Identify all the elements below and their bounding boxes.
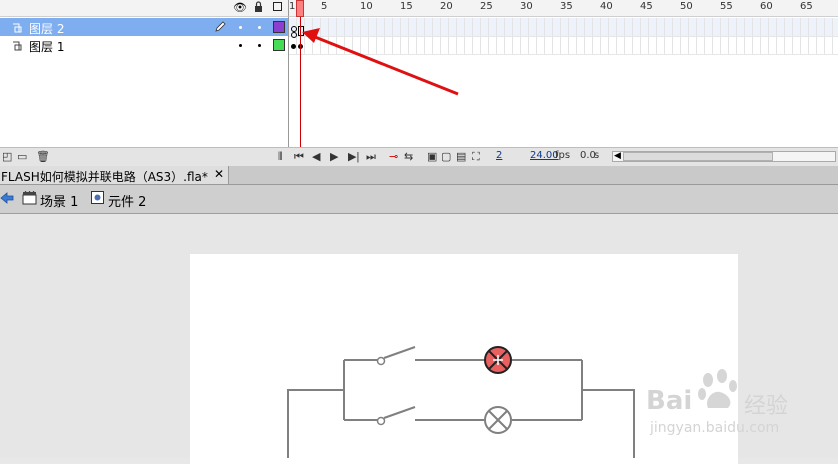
center-frame-icon[interactable]: ⊸ bbox=[389, 151, 398, 163]
frame-label: 45 bbox=[640, 1, 653, 12]
lock-dot[interactable] bbox=[258, 26, 261, 29]
symbol-icon bbox=[91, 191, 104, 207]
frame-label: 5 bbox=[321, 1, 328, 12]
prev-frame-icon[interactable]: ◀ bbox=[312, 151, 320, 163]
frame-label: 60 bbox=[760, 1, 773, 12]
eye-icon[interactable]: 👁 bbox=[233, 1, 247, 14]
watermark-url: jingyan.baidu.com bbox=[650, 420, 780, 436]
frame-label: 55 bbox=[720, 1, 733, 12]
frame-label: 30 bbox=[520, 1, 533, 12]
new-folder-icon[interactable]: ▭ bbox=[17, 151, 27, 163]
layer-header: 👁 bbox=[0, 0, 288, 17]
scene-icon bbox=[22, 190, 37, 208]
annotation-arrow bbox=[302, 28, 459, 96]
delete-icon[interactable]: 🗑 bbox=[36, 151, 50, 163]
time-unit: s bbox=[594, 150, 600, 161]
frame-label: 10 bbox=[360, 1, 373, 12]
layer-name[interactable]: 图层 2 bbox=[29, 20, 64, 37]
document-tab-title[interactable]: FLASH如何模拟并联电路（AS3）.fla* bbox=[1, 168, 208, 185]
frame-label: 20 bbox=[440, 1, 453, 12]
onion-markers-icon[interactable]: ⛶ bbox=[472, 151, 480, 163]
visibility-dot[interactable] bbox=[239, 26, 242, 29]
layer-row-1[interactable]: 图层 1 bbox=[0, 36, 288, 54]
last-frame-icon[interactable]: ⏭ bbox=[366, 151, 376, 163]
new-layer-icon[interactable]: ◰ bbox=[2, 151, 12, 163]
lamp-bottom bbox=[484, 406, 512, 434]
document-tab-bar: FLASH如何模拟并联电路（AS3）.fla* ✕ bbox=[0, 166, 838, 185]
next-frame-icon[interactable]: ▶| bbox=[348, 151, 359, 163]
visibility-dot[interactable] bbox=[239, 44, 242, 47]
loop-icon[interactable]: ⇆ bbox=[404, 151, 413, 163]
frame-ruler[interactable]: 1 5 10 15 20 25 30 35 40 45 50 55 60 65 bbox=[288, 0, 838, 17]
switch-bottom-pivot bbox=[376, 416, 386, 426]
outline-color-swatch[interactable] bbox=[273, 39, 285, 51]
watermark-text: 经验 bbox=[744, 394, 789, 419]
paw-icon bbox=[696, 368, 740, 415]
breadcrumb-scene[interactable]: 场景 1 bbox=[40, 191, 78, 210]
outline-icon[interactable] bbox=[273, 2, 282, 11]
layer-name[interactable]: 图层 1 bbox=[29, 38, 64, 55]
onion-outline-icon[interactable]: ▢ bbox=[441, 151, 451, 163]
layer-icon bbox=[12, 40, 22, 51]
watermark: Bai 经验 jingyan.baidu.com bbox=[642, 368, 832, 448]
layer-list: 图层 2 图层 1 bbox=[0, 17, 288, 147]
watermark-logo: Bai bbox=[646, 386, 693, 416]
timeline-scrollbar[interactable]: ◀ bbox=[612, 150, 836, 162]
lock-dot[interactable] bbox=[258, 44, 261, 47]
edit-multiple-icon[interactable]: ▤ bbox=[456, 151, 466, 163]
layer-row-2[interactable]: 图层 2 bbox=[0, 18, 288, 36]
close-icon[interactable]: ✕ bbox=[214, 167, 224, 181]
switch-top-pivot bbox=[376, 356, 386, 366]
frame-rate-unit: fps bbox=[555, 150, 571, 161]
timeline-panel: 👁 图层 2 图层 1 1 5 10 15 20 25 30 35 40 45 … bbox=[0, 0, 838, 167]
breadcrumb: 场景 1 元件 2 bbox=[0, 185, 838, 214]
frame-label: 15 bbox=[400, 1, 413, 12]
outline-color-swatch[interactable] bbox=[273, 21, 285, 33]
frame-label: 35 bbox=[560, 1, 573, 12]
back-arrow-icon[interactable] bbox=[0, 191, 14, 208]
play-icon[interactable]: ▶ bbox=[330, 151, 338, 163]
frame-label: 25 bbox=[480, 1, 493, 12]
grip-icon: ⫴ bbox=[278, 151, 283, 163]
frame-label: 1 bbox=[289, 1, 296, 12]
lock-icon[interactable] bbox=[254, 1, 262, 12]
lamp-top bbox=[484, 346, 512, 374]
timeline-toolbar: ◰ ▭ 🗑 ⫴ ⏮ ◀ ▶ ▶| ⏭ ⊸ ⇆ ▣ ▢ ▤ ⛶ 2 24.00 f… bbox=[0, 147, 838, 167]
breadcrumb-symbol[interactable]: 元件 2 bbox=[108, 191, 146, 210]
scroll-left-arrow[interactable]: ◀ bbox=[614, 150, 621, 161]
frame-label: 40 bbox=[600, 1, 613, 12]
playhead[interactable] bbox=[296, 0, 304, 17]
layer-icon bbox=[12, 22, 22, 33]
current-frame[interactable]: 2 bbox=[496, 150, 502, 161]
document-tab[interactable]: FLASH如何模拟并联电路（AS3）.fla* ✕ bbox=[0, 166, 229, 184]
frame-label: 50 bbox=[680, 1, 693, 12]
first-frame-icon[interactable]: ⏮ bbox=[294, 151, 304, 163]
onion-skin-icon[interactable]: ▣ bbox=[427, 151, 437, 163]
scroll-thumb[interactable] bbox=[623, 152, 773, 161]
frame-label: 65 bbox=[800, 1, 813, 12]
pencil-icon bbox=[214, 20, 226, 36]
